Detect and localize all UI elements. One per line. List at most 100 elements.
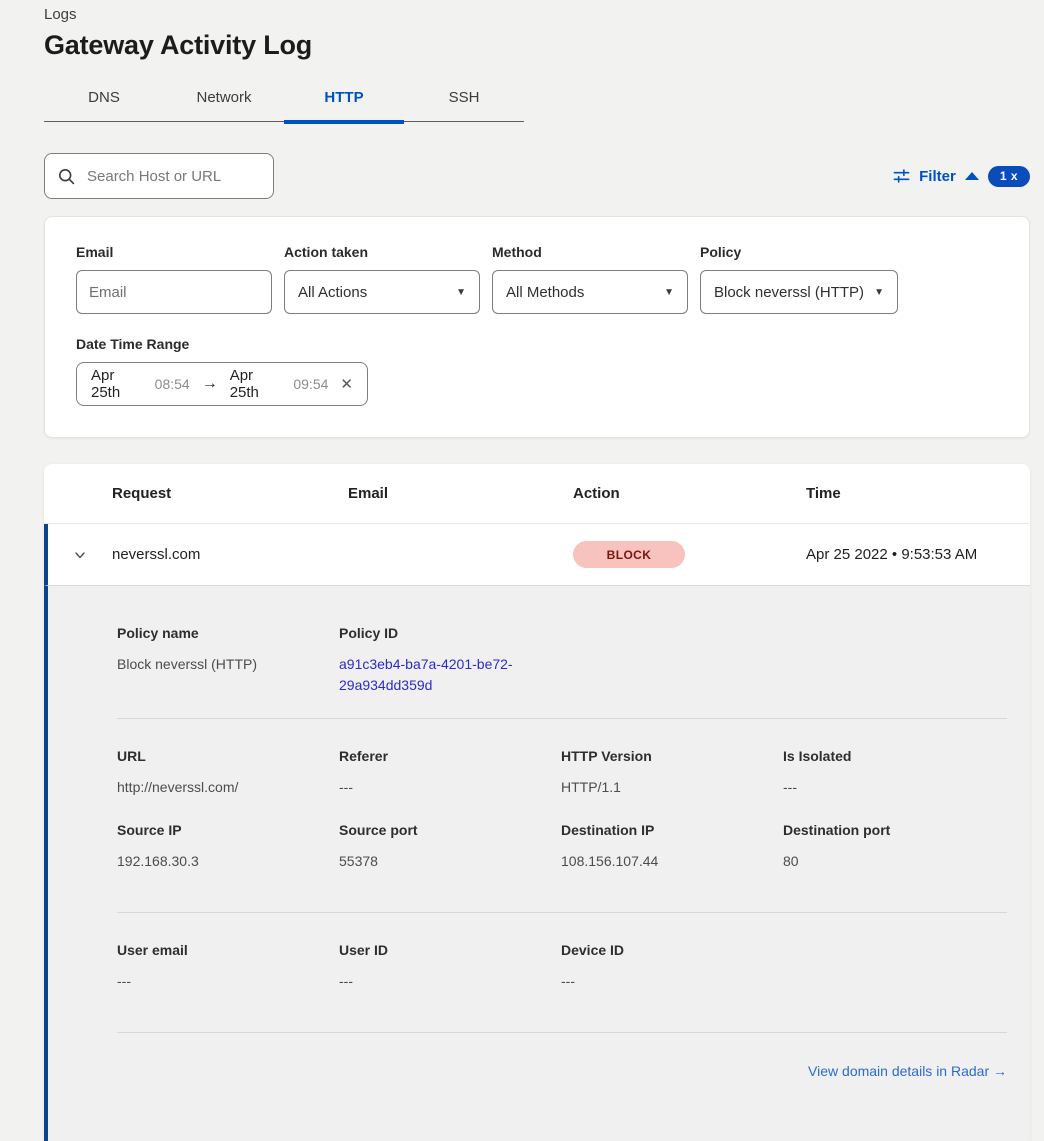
date-range-picker[interactable]: Apr 25th 08:54 → Apr 25th 09:54 ✕ [76, 362, 368, 406]
policy-filter-select[interactable]: Block neverssl (HTTP) ▼ [700, 270, 898, 314]
email-filter-label: Email [76, 244, 272, 260]
policy-name-label: Policy name [117, 625, 339, 641]
end-time[interactable]: 09:54 [293, 376, 328, 392]
section-divider [117, 912, 1007, 913]
source-ip-label: Source IP [117, 822, 339, 838]
column-header-time: Time [806, 485, 1030, 502]
user-email-value: --- [117, 971, 339, 992]
method-filter-field: Method All Methods ▼ [492, 244, 688, 314]
activity-log-table: Request Email Action Time neverssl.com B… [44, 464, 1030, 1141]
end-date[interactable]: Apr 25th [230, 367, 284, 401]
tab-http[interactable]: HTTP [284, 76, 404, 121]
user-id-label: User ID [339, 942, 561, 958]
source-port-value: 55378 [339, 851, 561, 872]
is-isolated-label: Is Isolated [783, 748, 1005, 764]
view-in-radar-link[interactable]: View domain details in Radar → [808, 1063, 1007, 1079]
search-box[interactable] [44, 153, 274, 199]
filter-label: Filter [919, 168, 956, 185]
user-id-value: --- [339, 971, 561, 992]
search-icon [58, 168, 75, 185]
collapse-caret-icon [965, 172, 979, 180]
date-range-label: Date Time Range [76, 336, 998, 352]
row-request: neverssl.com [112, 546, 348, 563]
network-section: Source IP 192.168.30.3 Source port 55378… [117, 822, 1007, 872]
request-section: URL http://neverssl.com/ Referer --- HTT… [117, 748, 1007, 798]
source-ip-field: Source IP 192.168.30.3 [117, 822, 339, 872]
filter-fields-row: Email Action taken All Actions ▼ Method … [76, 244, 998, 314]
destination-ip-field: Destination IP 108.156.107.44 [561, 822, 783, 872]
policy-name-field: Policy name Block neverssl (HTTP) [117, 625, 339, 696]
policy-id-label: Policy ID [339, 625, 561, 641]
action-filter-value: All Actions [298, 284, 367, 301]
policy-filter-field: Policy Block neverssl (HTTP) ▼ [700, 244, 898, 314]
is-isolated-value: --- [783, 777, 1005, 798]
section-divider [117, 1032, 1007, 1033]
policy-id-field: Policy ID a91c3eb4-ba7a-4201-be72-29a934… [339, 625, 561, 696]
action-filter-select[interactable]: All Actions ▼ [284, 270, 480, 314]
destination-ip-label: Destination IP [561, 822, 783, 838]
source-port-field: Source port 55378 [339, 822, 561, 872]
url-value: http://neverssl.com/ [117, 777, 339, 798]
http-version-label: HTTP Version [561, 748, 783, 764]
referer-field: Referer --- [339, 748, 561, 798]
email-filter-input[interactable] [76, 270, 272, 314]
device-id-value: --- [561, 971, 783, 992]
log-type-tabs: DNS Network HTTP SSH [44, 76, 524, 122]
start-time[interactable]: 08:54 [155, 376, 190, 392]
user-section: User email --- User ID --- Device ID --- [117, 942, 1007, 992]
destination-port-value: 80 [783, 851, 1005, 872]
filter-toggle[interactable]: Filter 1 x [893, 166, 1030, 187]
user-email-label: User email [117, 942, 339, 958]
search-input[interactable] [85, 167, 260, 186]
filter-count-badge[interactable]: 1 x [988, 166, 1030, 187]
referer-label: Referer [339, 748, 561, 764]
chevron-down-icon: ▼ [664, 287, 674, 298]
policy-filter-label: Policy [700, 244, 898, 260]
tab-ssh[interactable]: SSH [404, 76, 524, 121]
search-filter-row: Filter 1 x [44, 153, 1030, 199]
email-filter-field: Email [76, 244, 272, 314]
chevron-down-icon: ▼ [874, 287, 884, 298]
collapse-row-chevron-icon[interactable] [48, 547, 112, 563]
destination-port-field: Destination port 80 [783, 822, 1005, 872]
filter-panel: Email Action taken All Actions ▼ Method … [44, 216, 1030, 438]
expanded-row-details: Policy name Block neverssl (HTTP) Policy… [44, 586, 1030, 1141]
action-filter-label: Action taken [284, 244, 480, 260]
source-port-label: Source port [339, 822, 561, 838]
policy-id-link[interactable]: a91c3eb4-ba7a-4201-be72-29a934dd359d [339, 654, 531, 696]
referer-value: --- [339, 777, 561, 798]
action-filter-field: Action taken All Actions ▼ [284, 244, 480, 314]
tab-network[interactable]: Network [164, 76, 284, 121]
device-id-label: Device ID [561, 942, 783, 958]
block-status-badge: BLOCK [573, 541, 685, 568]
row-time: Apr 25 2022 • 9:53:53 AM [806, 546, 1030, 563]
device-id-field: Device ID --- [561, 942, 783, 992]
method-filter-label: Method [492, 244, 688, 260]
breadcrumb[interactable]: Logs [44, 6, 1044, 23]
http-version-field: HTTP Version HTTP/1.1 [561, 748, 783, 798]
table-row[interactable]: neverssl.com BLOCK Apr 25 2022 • 9:53:53… [44, 524, 1030, 586]
source-ip-value: 192.168.30.3 [117, 851, 339, 872]
row-action-cell: BLOCK [573, 541, 806, 568]
http-version-value: HTTP/1.1 [561, 777, 783, 798]
filter-sliders-icon [893, 168, 910, 185]
url-label: URL [117, 748, 339, 764]
policy-name-value: Block neverssl (HTTP) [117, 654, 339, 675]
radar-link-row: View domain details in Radar → [117, 1063, 1007, 1081]
method-filter-select[interactable]: All Methods ▼ [492, 270, 688, 314]
policy-filter-value: Block neverssl (HTTP) [714, 284, 864, 301]
page-title: Gateway Activity Log [44, 30, 1044, 61]
chevron-down-icon: ▼ [456, 287, 466, 298]
column-header-request: Request [112, 485, 348, 502]
section-divider [117, 718, 1007, 719]
arrow-right-icon: → [200, 375, 220, 393]
clear-date-range-icon[interactable]: ✕ [340, 375, 353, 393]
tab-dns[interactable]: DNS [44, 76, 164, 121]
user-id-field: User ID --- [339, 942, 561, 992]
method-filter-value: All Methods [506, 284, 584, 301]
user-email-field: User email --- [117, 942, 339, 992]
start-date[interactable]: Apr 25th [91, 367, 145, 401]
column-header-action: Action [573, 485, 806, 502]
destination-port-label: Destination port [783, 822, 1005, 838]
destination-ip-value: 108.156.107.44 [561, 851, 783, 872]
